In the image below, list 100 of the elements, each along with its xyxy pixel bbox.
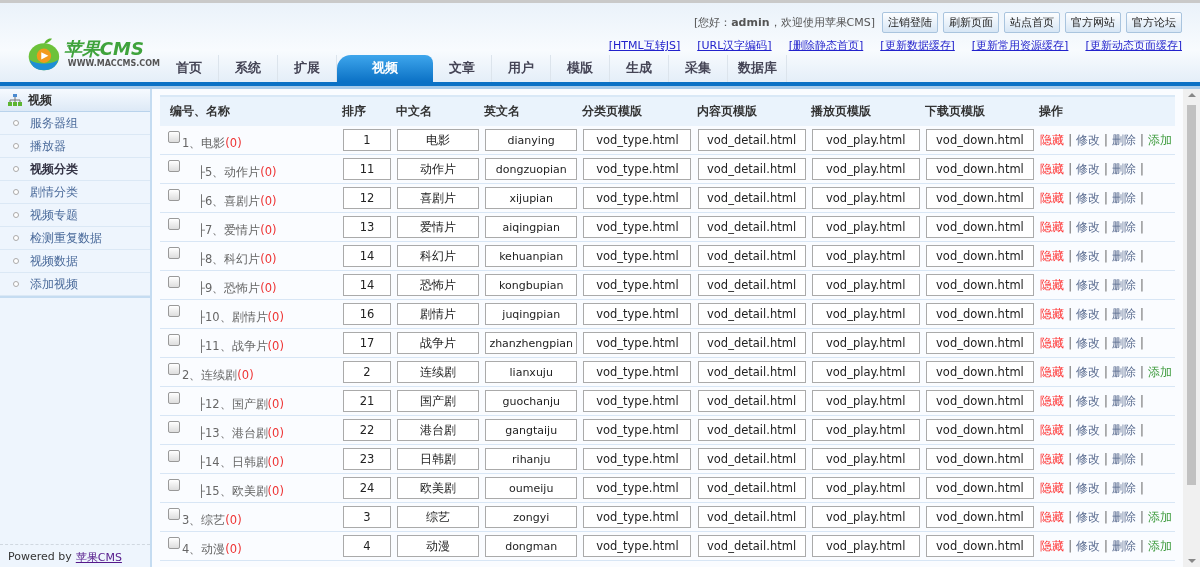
edit-link[interactable]: 修改 (1076, 538, 1100, 554)
table-input[interactable]: vod_down.html (925, 535, 1034, 557)
table-input[interactable]: vod_play.html (811, 187, 920, 209)
edit-link[interactable]: 修改 (1076, 480, 1100, 496)
table-input[interactable]: 动作片 (397, 158, 480, 180)
table-input[interactable]: vod_down.html (925, 332, 1034, 354)
delete-link[interactable]: 删除 (1111, 422, 1136, 438)
delete-link[interactable]: 删除 (1111, 480, 1136, 496)
edit-link[interactable]: 修改 (1076, 161, 1100, 177)
edit-link[interactable]: 修改 (1076, 248, 1100, 264)
table-input[interactable]: vod_play.html (811, 332, 920, 354)
table-input[interactable]: 综艺 (397, 506, 480, 528)
table-input[interactable]: vod_type.html (583, 158, 692, 180)
table-input[interactable]: dianying (485, 129, 578, 151)
table-input[interactable]: vod_detail.html (697, 361, 806, 383)
delete-link[interactable]: 删除 (1111, 538, 1136, 554)
hide-link[interactable]: 隐藏 (1040, 248, 1065, 264)
row-checkbox[interactable] (168, 188, 180, 201)
table-input[interactable]: 22 (343, 419, 391, 441)
row-checkbox[interactable] (168, 246, 180, 259)
table-input[interactable]: dongman (485, 535, 578, 557)
table-input[interactable]: 国产剧 (397, 390, 480, 412)
table-input[interactable]: 17 (343, 332, 391, 354)
table-input[interactable]: xijupian (485, 187, 578, 209)
delete-link[interactable]: 删除 (1111, 277, 1136, 293)
table-input[interactable]: vod_down.html (925, 274, 1034, 296)
delete-link[interactable]: 删除 (1111, 306, 1136, 322)
table-input[interactable]: rihanju (485, 448, 578, 470)
hide-link[interactable]: 隐藏 (1040, 509, 1065, 525)
table-input[interactable]: vod_down.html (925, 506, 1034, 528)
quick-link[interactable]: [更新数据缓存] (880, 38, 955, 53)
table-input[interactable]: 11 (343, 158, 391, 180)
table-input[interactable]: vod_play.html (811, 129, 920, 151)
delete-link[interactable]: 删除 (1111, 364, 1136, 380)
table-input[interactable]: 1 (343, 129, 391, 151)
table-input[interactable]: vod_type.html (583, 390, 692, 412)
edit-link[interactable]: 修改 (1076, 422, 1100, 438)
table-input[interactable]: 战争片 (397, 332, 480, 354)
table-input[interactable]: vod_down.html (925, 303, 1034, 325)
row-checkbox[interactable] (168, 449, 180, 462)
table-input[interactable]: vod_detail.html (697, 332, 806, 354)
table-input[interactable]: vod_detail.html (697, 129, 806, 151)
add-link[interactable]: 添加 (1147, 538, 1172, 554)
hide-link[interactable]: 隐藏 (1040, 190, 1065, 206)
table-input[interactable]: vod_play.html (811, 158, 920, 180)
sidebar-item[interactable]: 播放器 (0, 135, 150, 158)
hide-link[interactable]: 隐藏 (1040, 219, 1065, 235)
row-checkbox[interactable] (168, 159, 180, 172)
delete-link[interactable]: 删除 (1111, 335, 1136, 351)
table-input[interactable]: zongyi (485, 506, 578, 528)
table-input[interactable]: 恐怖片 (397, 274, 480, 296)
table-input[interactable]: 连续剧 (397, 361, 480, 383)
table-input[interactable]: 14 (343, 245, 391, 267)
table-input[interactable]: vod_detail.html (697, 448, 806, 470)
table-input[interactable]: vod_detail.html (697, 303, 806, 325)
table-input[interactable]: dongzuopian (485, 158, 578, 180)
table-input[interactable]: vod_detail.html (697, 419, 806, 441)
table-input[interactable]: vod_down.html (925, 129, 1034, 151)
table-input[interactable]: zhanzhengpian (485, 332, 578, 354)
quick-link[interactable]: [更新常用资源缓存] (971, 38, 1069, 53)
delete-link[interactable]: 删除 (1111, 393, 1136, 409)
edit-link[interactable]: 修改 (1076, 451, 1100, 467)
add-link[interactable]: 添加 (1147, 509, 1172, 525)
row-checkbox[interactable] (168, 275, 180, 288)
edit-link[interactable]: 修改 (1076, 306, 1100, 322)
quick-link[interactable]: [HTML互转JS] (608, 38, 681, 53)
hide-link[interactable]: 隐藏 (1040, 132, 1065, 148)
delete-link[interactable]: 删除 (1111, 248, 1136, 264)
table-input[interactable]: 13 (343, 216, 391, 238)
table-input[interactable]: vod_play.html (811, 303, 920, 325)
table-input[interactable]: vod_down.html (925, 419, 1034, 441)
table-input[interactable]: 16 (343, 303, 391, 325)
table-input[interactable]: vod_down.html (925, 158, 1034, 180)
hide-link[interactable]: 隐藏 (1040, 451, 1065, 467)
table-input[interactable]: 动漫 (397, 535, 480, 557)
table-input[interactable]: vod_down.html (925, 390, 1034, 412)
add-link[interactable]: 添加 (1147, 364, 1172, 380)
table-input[interactable]: oumeiju (485, 477, 578, 499)
hide-link[interactable]: 隐藏 (1040, 422, 1065, 438)
table-input[interactable]: vod_detail.html (697, 274, 806, 296)
table-input[interactable]: vod_down.html (925, 361, 1034, 383)
edit-link[interactable]: 修改 (1076, 190, 1100, 206)
table-input[interactable]: 4 (343, 535, 391, 557)
hide-link[interactable]: 隐藏 (1040, 306, 1065, 322)
table-input[interactable]: vod_play.html (811, 535, 920, 557)
table-input[interactable]: vod_detail.html (697, 187, 806, 209)
row-checkbox[interactable] (168, 391, 180, 404)
quick-link[interactable]: [删除静态首页] (788, 38, 864, 53)
table-input[interactable]: vod_type.html (583, 332, 692, 354)
table-input[interactable]: vod_type.html (583, 477, 692, 499)
table-input[interactable]: vod_type.html (583, 187, 692, 209)
table-input[interactable]: 港台剧 (397, 419, 480, 441)
sidebar-item[interactable]: 服务器组 (0, 112, 150, 135)
table-input[interactable]: 剧情片 (397, 303, 480, 325)
sidebar-item[interactable]: 视频分类 (0, 158, 150, 181)
row-checkbox[interactable] (168, 217, 180, 230)
sidebar-item[interactable]: 添加视频 (0, 273, 150, 296)
delete-link[interactable]: 删除 (1111, 161, 1136, 177)
table-input[interactable]: vod_type.html (583, 129, 692, 151)
row-checkbox[interactable] (168, 362, 180, 375)
